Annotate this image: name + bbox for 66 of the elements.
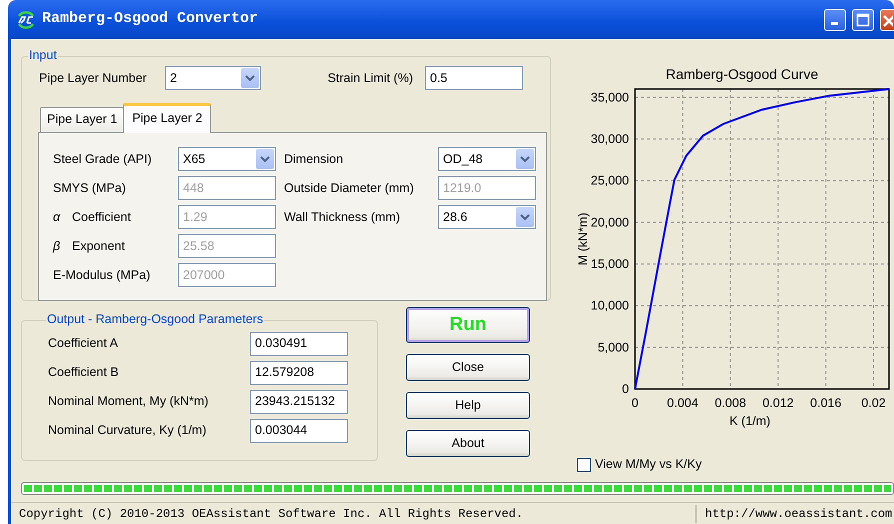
field-label: Coefficient B (48, 364, 120, 382)
minimize-icon (831, 22, 838, 25)
field-label: Dimension (284, 150, 344, 168)
close-icon (882, 14, 893, 27)
axis-tick-label: 0 (632, 396, 638, 410)
dialog-button[interactable]: Help (406, 392, 530, 420)
greek-symbol: α (53, 208, 62, 226)
field-label: Steel Grade (API) (53, 150, 152, 168)
maximize-button[interactable] (852, 8, 874, 31)
field-label: SMYS (MPa) (53, 180, 126, 197)
axis-tick-label: 20,000 (590, 216, 629, 230)
input-field[interactable]: 12.579208 (250, 360, 348, 384)
tab[interactable]: Pipe Layer 1 (40, 107, 124, 132)
field-label: Wall Thickness (mm) (284, 208, 400, 226)
axis-tick-label: 5,000 (598, 340, 629, 355)
axis-title: K (1/m) (730, 414, 770, 428)
dropdown-field[interactable]: OD_48 (438, 147, 536, 172)
input-field: 448 (178, 176, 276, 200)
axis-tick-label: 10,000 (590, 298, 629, 313)
field-label: Nominal Curvature, Ky (1/m) (48, 422, 208, 440)
input-field[interactable]: 0.003044 (250, 418, 348, 442)
axis-tick-label: 35,000 (590, 90, 629, 105)
input-field[interactable]: 0.030491 (250, 332, 348, 356)
minimize-button[interactable] (824, 8, 846, 31)
axis-tick-label: 0.008 (714, 396, 746, 410)
field-label: Outside Diameter (mm) (284, 180, 414, 197)
axis-tick-label: 0.02 (861, 396, 886, 410)
field-label: Coefficient (72, 208, 131, 226)
axis-tick-label: 0.012 (762, 396, 794, 410)
axis-tick-label: 0.016 (810, 396, 842, 410)
close-button[interactable] (880, 8, 894, 31)
app-logo-icon (18, 11, 34, 29)
axis-tick-label: 0 (622, 382, 629, 396)
axis-title: M (kN*m) (576, 212, 590, 266)
group-label: Output - Ramberg-Osgood Parameters (46, 313, 264, 327)
field-label: Pipe Layer Number (39, 70, 148, 87)
status-text: http://www.oeassistant.com (704, 506, 892, 522)
dropdown-field[interactable]: 2 (165, 66, 261, 90)
field-label: Exponent (72, 238, 125, 255)
axis-tick-label: 15,000 (590, 257, 629, 272)
dropdown-field[interactable]: 28.6 (438, 205, 536, 230)
status-text: Copyright (C) 2010-2013 OEAssistant Software Inc. All Rights Reserved. (11, 504, 697, 522)
input-field: 1.29 (178, 205, 276, 230)
checkbox-label: View M/My vs K/Ky (595, 456, 702, 474)
axis-tick-label: 0.004 (667, 396, 698, 410)
greek-symbol: β (53, 238, 62, 255)
dialog-button[interactable]: Close (406, 354, 530, 382)
field-label: Nominal Moment, My (kN*m) (48, 393, 210, 410)
window-title: Ramberg-Osgood Convertor (42, 9, 258, 30)
field-label: E-Modulus (MPa) (53, 266, 150, 284)
dropdown-field[interactable]: X65 (178, 147, 276, 172)
input-field: 207000 (178, 263, 276, 288)
tab[interactable]: Pipe Layer 2 (123, 103, 212, 133)
input-field[interactable]: 23943.215132 (250, 390, 348, 414)
axis-tick-label: 25,000 (590, 174, 629, 188)
field-label: Strain Limit (%) (328, 70, 413, 87)
input-field: 25.58 (178, 234, 276, 258)
input-field: 1219.0 (438, 176, 536, 200)
dialog-button[interactable]: About (406, 430, 530, 458)
input-field[interactable]: 0.5 (425, 66, 523, 90)
field-label: Coefficient A (48, 335, 119, 352)
checkbox[interactable] (577, 458, 591, 472)
maximize-icon (856, 13, 870, 26)
chart-title: Ramberg-Osgood Curve (666, 66, 818, 82)
group-label: Input (28, 49, 58, 63)
axis-tick-label: 30,000 (590, 132, 629, 146)
